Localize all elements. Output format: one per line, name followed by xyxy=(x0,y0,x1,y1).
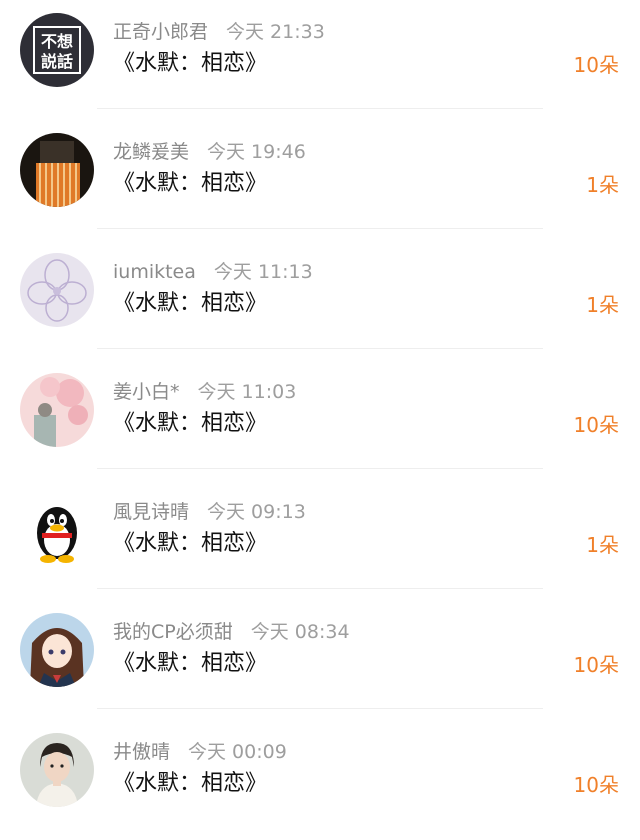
text-avatar[interactable]: 不想 説話 xyxy=(20,13,94,87)
user-name[interactable]: 龙鳞爰美 xyxy=(113,141,189,163)
qq-penguin-avatar[interactable] xyxy=(20,493,94,567)
gift-title: 《水默：相恋》 xyxy=(113,411,268,436)
list-item[interactable]: iumiktea 今天 11:13 《水默：相恋》 1朵 xyxy=(0,240,640,360)
divider xyxy=(97,468,543,469)
gift-title: 《水默：相恋》 xyxy=(113,51,268,76)
list-item[interactable]: 我的CP必须甜 今天 08:34 《水默：相恋》 10朵 xyxy=(0,600,640,720)
user-name[interactable]: 風見诗晴 xyxy=(113,501,189,523)
divider xyxy=(97,228,543,229)
list-item[interactable]: 井傲晴 今天 00:09 《水默：相恋》 10朵 xyxy=(0,720,640,840)
list-item[interactable]: 風見诗晴 今天 09:13 《水默：相恋》 1朵 xyxy=(0,480,640,600)
gift-title: 《水默：相恋》 xyxy=(113,291,268,316)
avatar-text-line: 説話 xyxy=(41,52,73,71)
user-name[interactable]: 正奇小郎君 xyxy=(113,21,208,43)
timestamp: 今天 21:33 xyxy=(226,21,325,43)
user-name[interactable]: 井傲晴 xyxy=(113,741,170,763)
divider xyxy=(97,588,543,589)
flower-count: 1朵 xyxy=(586,173,619,197)
list-item[interactable]: 龙鳞爰美 今天 19:46 《水默：相恋》 1朵 xyxy=(0,120,640,240)
flower-count: 1朵 xyxy=(586,533,619,557)
timestamp: 今天 09:13 xyxy=(207,501,306,523)
flower-count: 1朵 xyxy=(586,293,619,317)
gift-record-list: 不想 説話 正奇小郎君 今天 21:33 《水默：相恋》 10朵 龙鳞爰美 今天… xyxy=(0,0,640,814)
gift-title: 《水默：相恋》 xyxy=(113,531,268,556)
user-name[interactable]: 姜小白* xyxy=(113,381,180,403)
photo-avatar[interactable] xyxy=(20,133,94,207)
timestamp: 今天 00:09 xyxy=(188,741,287,763)
gift-title: 《水默：相恋》 xyxy=(113,771,268,796)
timestamp: 今天 08:34 xyxy=(250,621,350,643)
gift-title: 《水默：相恋》 xyxy=(113,651,268,676)
list-item[interactable]: 姜小白* 今天 11:03 《水默：相恋》 10朵 xyxy=(0,360,640,480)
anime-girl-avatar[interactable] xyxy=(20,613,94,687)
divider xyxy=(97,348,543,349)
flower-count: 10朵 xyxy=(573,53,619,77)
user-name[interactable]: iumiktea xyxy=(113,261,196,283)
timestamp: 今天 11:13 xyxy=(213,261,313,283)
flower-count: 10朵 xyxy=(573,653,619,677)
flower-count: 10朵 xyxy=(573,413,619,437)
flower-avatar[interactable] xyxy=(20,253,94,327)
flower-count: 10朵 xyxy=(573,773,619,797)
timestamp: 今天 11:03 xyxy=(197,381,297,403)
divider xyxy=(97,708,543,709)
timestamp: 今天 19:46 xyxy=(207,141,306,163)
gift-title: 《水默：相恋》 xyxy=(113,171,268,196)
list-item[interactable]: 不想 説話 正奇小郎君 今天 21:33 《水默：相恋》 10朵 xyxy=(0,0,640,120)
portrait-avatar[interactable] xyxy=(20,733,94,807)
user-name[interactable]: 我的CP必须甜 xyxy=(113,621,233,643)
avatar-text-line: 不想 xyxy=(41,32,73,51)
divider xyxy=(97,108,543,109)
blossom-avatar[interactable] xyxy=(20,373,94,447)
